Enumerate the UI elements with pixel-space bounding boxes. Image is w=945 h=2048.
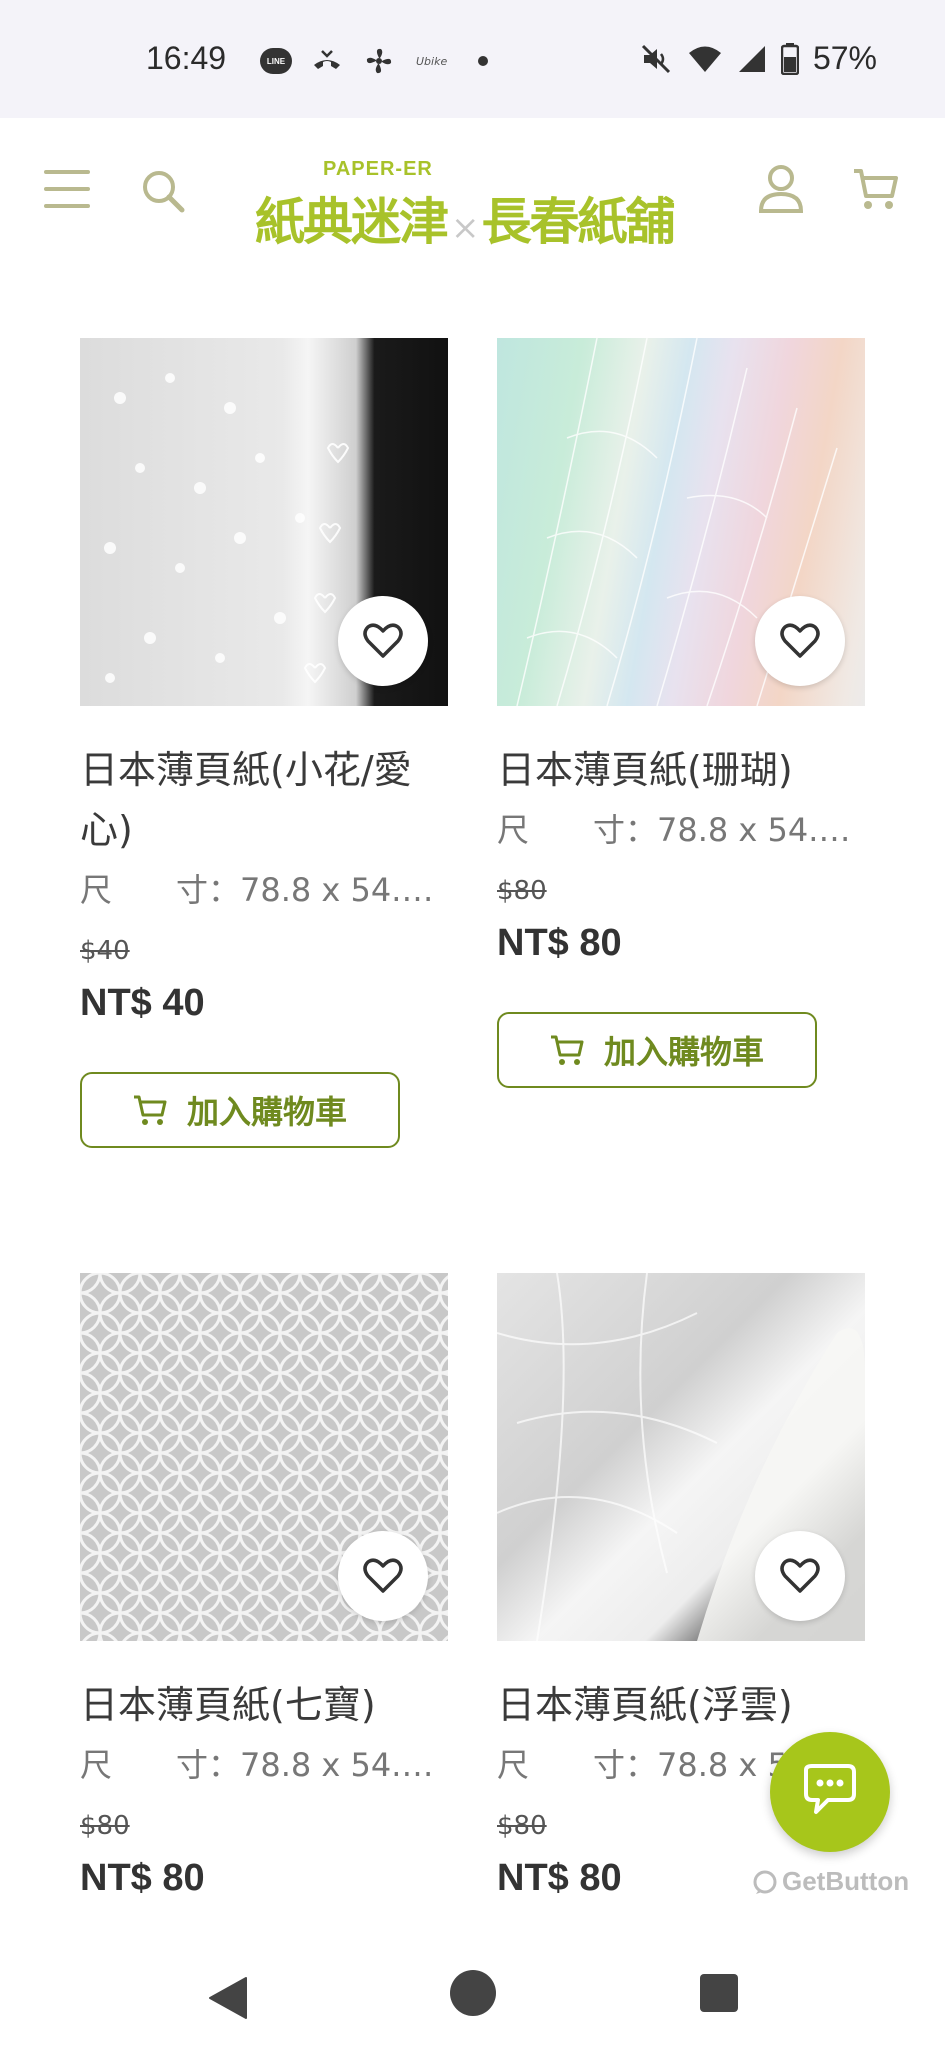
system-nav-bar [0, 1940, 945, 2048]
recent-apps-icon[interactable] [700, 1974, 738, 2012]
getbutton-label: GetButton [782, 1866, 910, 1896]
sale-price: NT$ 80 [497, 922, 622, 964]
getbutton-branding[interactable]: GetButton [752, 1866, 909, 1897]
cart-icon [133, 1095, 167, 1125]
wishlist-button[interactable] [755, 1531, 845, 1621]
cart-icon [550, 1035, 584, 1065]
add-to-cart-button[interactable]: 加入購物車 [80, 1072, 400, 1148]
wifi-icon [688, 46, 721, 72]
signal-icon [738, 45, 765, 72]
product-image[interactable] [497, 338, 865, 706]
add-to-cart-button[interactable]: 加入購物車 [497, 1012, 817, 1088]
original-price: $40 [80, 936, 130, 966]
product-image[interactable] [497, 1273, 865, 1641]
mute-icon [641, 44, 671, 73]
dot-icon [466, 44, 500, 78]
site-logo[interactable]: PAPER-ER 紙典迷津 ×長春紙舖 [255, 158, 685, 251]
product-card[interactable]: 日本薄頁紙(小花/愛心) 尺 寸：78.8 x 54.5 cm $40 NT$ … [80, 338, 448, 1148]
wishlist-button[interactable] [338, 596, 428, 686]
battery-icon [780, 42, 799, 75]
missed-call-icon [310, 44, 344, 78]
sale-price: NT$ 40 [80, 982, 205, 1024]
product-image[interactable] [80, 338, 448, 706]
product-size: 尺 寸：78.8 x 54.5 cm [80, 1746, 448, 1784]
back-icon[interactable] [206, 1976, 248, 2024]
original-price: $80 [497, 876, 547, 906]
account-icon[interactable] [758, 164, 804, 214]
battery-percent: 57% [812, 40, 877, 76]
chat-button[interactable] [770, 1732, 890, 1852]
product-title[interactable]: 日本薄頁紙(小花/愛心) [80, 740, 448, 860]
heart-icon [363, 1558, 403, 1593]
product-size: 尺 寸：78.8 x 54.5 cm [80, 871, 448, 909]
logo-brand: 紙典迷津 [255, 192, 449, 251]
product-card[interactable]: 日本薄頁紙(七寶) 尺 寸：78.8 x 54.5 cm $80 NT$ 80 [80, 1273, 448, 1903]
svg-text:Ubike: Ubike [416, 55, 447, 68]
wishlist-button[interactable] [755, 596, 845, 686]
ubike-icon: Ubike [414, 44, 448, 78]
site-header: PAPER-ER 紙典迷津 ×長春紙舖 [0, 118, 945, 268]
getbutton-logo-icon [753, 1870, 777, 1894]
logo-separator: × [451, 208, 479, 248]
product-title[interactable]: 日本薄頁紙(七寶) [80, 1675, 448, 1735]
product-title[interactable]: 日本薄頁紙(浮雲) [497, 1675, 865, 1735]
heart-icon [780, 623, 820, 658]
home-icon[interactable] [450, 1970, 496, 2016]
system-icons: 57% [639, 40, 877, 77]
product-card[interactable]: 日本薄頁紙(珊瑚) 尺 寸：78.8 x 54.5 cm $80 NT$ 80 … [497, 338, 865, 1088]
product-size: 尺 寸：78.8 x 54.5 cm [497, 811, 865, 849]
logo-text: 紙典迷津 ×長春紙舖 [255, 182, 676, 254]
menu-icon[interactable] [44, 170, 90, 210]
line-icon: LINE [260, 48, 292, 74]
logo-subtitle: PAPER-ER [323, 158, 433, 180]
sale-price: NT$ 80 [80, 1857, 205, 1899]
logo-partner: 長春紙舖 [481, 192, 676, 251]
cart-icon[interactable] [852, 166, 898, 212]
add-to-cart-label: 加入購物車 [186, 1093, 347, 1131]
heart-icon [780, 1558, 820, 1593]
status-time: 16:49 [146, 40, 227, 76]
product-image[interactable] [80, 1273, 448, 1641]
add-to-cart-label: 加入購物車 [603, 1033, 764, 1071]
wishlist-button[interactable] [338, 1531, 428, 1621]
product-title[interactable]: 日本薄頁紙(珊瑚) [497, 740, 865, 800]
notification-icons: LINE Ubike [260, 44, 500, 78]
chat-bubble-icon [804, 1764, 856, 1814]
heart-icon [363, 623, 403, 658]
original-price: $80 [80, 1811, 130, 1841]
fan-icon [362, 44, 396, 78]
status-bar: 16:49 LINE Ubike 57% [0, 0, 945, 118]
search-icon[interactable] [140, 168, 186, 214]
